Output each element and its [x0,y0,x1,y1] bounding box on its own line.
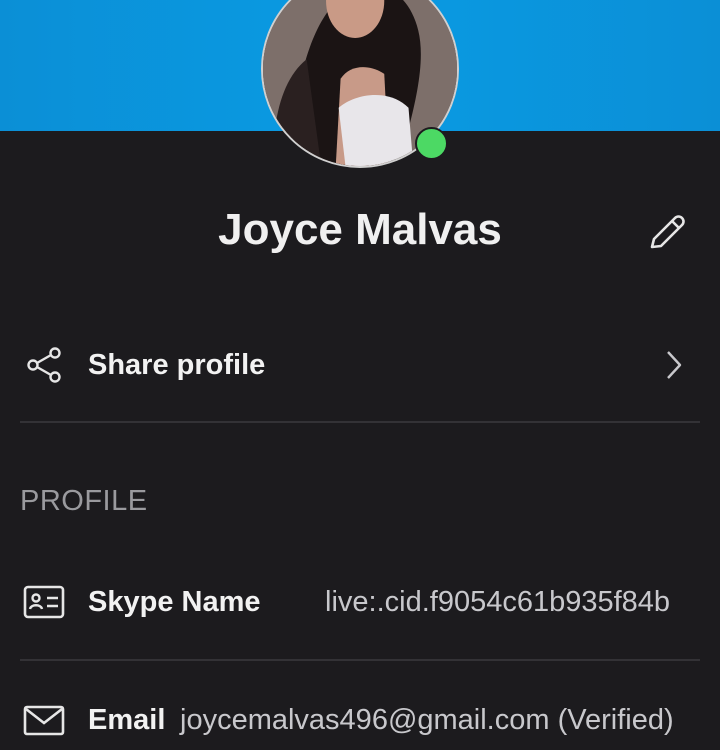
email-value: joycemalvas496@gmail.com (Verified) [180,704,674,736]
skype-name-row[interactable]: Skype Name live:.cid.f9054c61b935f84b [20,572,700,632]
email-row[interactable]: Email joycemalvas496@gmail.com (Verified… [20,690,700,750]
skype-name-label: Skype Name [88,585,261,618]
share-profile-label: Share profile [88,348,266,381]
divider [20,421,700,423]
chevron-right-icon [664,349,684,386]
profile-name: Joyce Malvas [218,205,502,254]
share-icon [20,341,68,389]
section-title-profile: PROFILE [20,485,148,517]
mail-icon [20,696,68,744]
pencil-icon [650,215,685,249]
contact-card-icon [20,578,68,626]
email-label: Email [88,703,166,736]
share-profile-row[interactable]: Share profile [20,335,700,395]
online-status-indicator [415,127,448,160]
skype-name-value: live:.cid.f9054c61b935f84b [325,586,671,618]
divider [20,659,700,661]
edit-profile-button[interactable] [644,209,690,255]
